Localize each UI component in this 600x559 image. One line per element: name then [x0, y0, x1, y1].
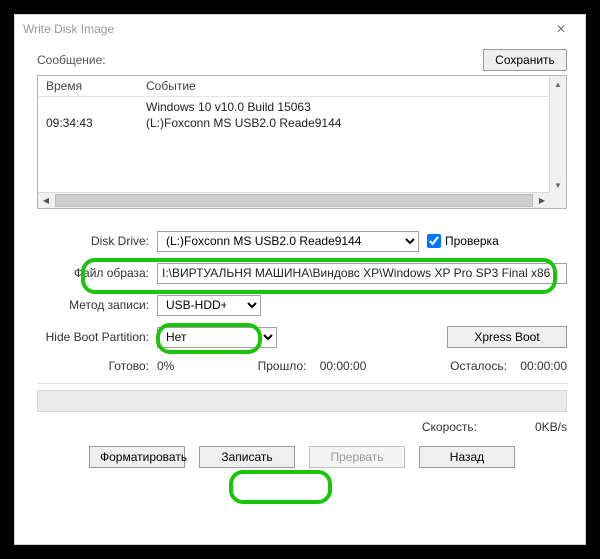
verify-label: Проверка [445, 234, 499, 248]
speed-label: Скорость: [422, 420, 477, 434]
horizontal-scrollbar[interactable]: ◀ ▶ [38, 192, 550, 208]
verify-checkbox-group[interactable]: Проверка [427, 234, 499, 248]
log-row: 09:34:43 (L:)Foxconn MS USB2.0 Reade9144 [46, 115, 550, 131]
progress-percent: 0% [157, 359, 217, 373]
scroll-up-icon[interactable]: ▲ [550, 76, 566, 92]
hide-boot-select[interactable]: Нет [157, 327, 277, 348]
write-disk-image-window: Write Disk Image ✕ Сообщение: Сохранить … [14, 14, 586, 545]
titlebar: Write Disk Image ✕ [15, 15, 585, 43]
write-method-select[interactable]: USB-HDD+ [157, 295, 261, 316]
remain-label: Осталось: [450, 359, 507, 373]
write-button[interactable]: Записать [199, 446, 295, 468]
speed-value: 0KB/s [507, 420, 567, 434]
progress-bar [37, 390, 567, 412]
log-header-time: Время [46, 79, 146, 93]
log-panel: Время Событие Windows 10 v10.0 Build 150… [37, 75, 567, 209]
scroll-left-icon[interactable]: ◀ [38, 196, 54, 205]
ready-label: Готово: [37, 359, 157, 373]
message-label: Сообщение: [37, 53, 106, 67]
verify-checkbox[interactable] [427, 234, 441, 248]
log-row: Windows 10 v10.0 Build 15063 [46, 99, 550, 115]
elapsed-value: 00:00:00 [320, 359, 367, 373]
abort-button: Прервать [309, 446, 405, 468]
xpress-boot-button[interactable]: Xpress Boot [447, 326, 567, 348]
elapsed-label: Прошло: [258, 359, 307, 373]
scroll-thumb[interactable] [55, 194, 533, 207]
image-file-path: I:\ВИРТУАЛЬНЯ МАШИНА\Виндовс XP\Windows … [157, 263, 567, 284]
format-button[interactable]: Форматировать [89, 446, 185, 468]
back-button[interactable]: Назад [419, 446, 515, 468]
disk-drive-label: Disk Drive: [37, 234, 157, 248]
write-method-label: Метод записи: [37, 298, 157, 312]
log-header-event: Событие [146, 79, 550, 93]
image-file-label: Файл образа: [37, 266, 157, 280]
close-icon[interactable]: ✕ [539, 15, 583, 43]
save-button[interactable]: Сохранить [483, 49, 567, 71]
hide-boot-label: Hide Boot Partition: [37, 330, 157, 344]
scroll-down-icon[interactable]: ▼ [550, 177, 566, 193]
vertical-scrollbar[interactable]: ▲ ▼ [549, 76, 566, 193]
window-title: Write Disk Image [23, 22, 114, 36]
disk-drive-select[interactable]: (L:)Foxconn MS USB2.0 Reade9144 [157, 231, 419, 252]
remain-value: 00:00:00 [520, 359, 567, 373]
scroll-right-icon[interactable]: ▶ [534, 196, 550, 205]
